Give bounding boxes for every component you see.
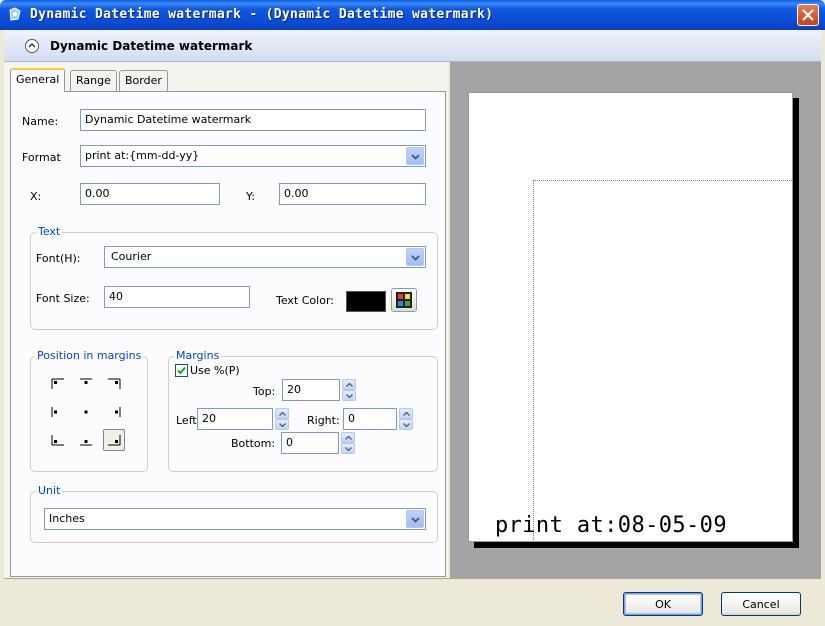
- spin-down-button[interactable]: [341, 443, 355, 454]
- position-bottom-right[interactable]: [103, 429, 125, 451]
- unit-select[interactable]: Inches: [44, 508, 426, 530]
- spin-down-button[interactable]: [275, 419, 289, 430]
- margins-group-legend: Margins: [174, 349, 222, 362]
- font-size-label: Font Size:: [36, 292, 90, 305]
- y-input[interactable]: 0.00: [279, 183, 426, 205]
- color-palette-icon: [396, 292, 412, 308]
- position-bottom-left[interactable]: [48, 430, 68, 450]
- spin-up-button[interactable]: [341, 432, 355, 443]
- text-color-swatch[interactable]: [346, 291, 386, 312]
- chevron-down-icon: [411, 255, 420, 261]
- chevron-down-icon: [411, 154, 420, 160]
- align-bottom-left-icon: [51, 435, 64, 446]
- tab-general[interactable]: General: [10, 68, 66, 92]
- position-middle-left[interactable]: [48, 402, 68, 422]
- close-button[interactable]: [797, 4, 819, 26]
- checkmark-icon: [177, 366, 186, 375]
- font-select[interactable]: Courier: [104, 246, 426, 268]
- chevron-down-icon: [403, 423, 410, 427]
- chevron-up-icon: [403, 412, 410, 416]
- use-percent-checkbox[interactable]: [175, 364, 188, 377]
- format-select[interactable]: print at:{mm-dd-yy}: [80, 145, 426, 167]
- spin-down-button[interactable]: [342, 390, 356, 401]
- chevron-up-icon: [346, 383, 353, 387]
- dialog-header-title: Dynamic Datetime watermark: [50, 39, 253, 53]
- right-margin-spinner[interactable]: [399, 408, 413, 430]
- ok-button[interactable]: OK: [623, 592, 703, 616]
- right-margin-label: Right:: [307, 414, 340, 427]
- chevron-up-icon: [279, 412, 286, 416]
- format-select-value: print at:{mm-dd-yy}: [85, 149, 200, 162]
- spin-down-button[interactable]: [399, 419, 413, 430]
- margin-guide-top: [533, 180, 792, 181]
- cancel-button[interactable]: Cancel: [721, 592, 801, 616]
- align-bottom-right-icon: [108, 435, 121, 446]
- spin-up-button[interactable]: [275, 408, 289, 419]
- close-icon: [802, 9, 814, 21]
- chevron-down-icon: [411, 517, 420, 523]
- tab-border[interactable]: Border: [119, 70, 168, 92]
- position-middle-center[interactable]: [76, 402, 96, 422]
- chevron-down-icon: [346, 394, 353, 398]
- chevron-down-icon: [279, 423, 286, 427]
- spin-up-button[interactable]: [342, 379, 356, 390]
- bottom-margin-spinner[interactable]: [341, 432, 355, 454]
- x-input[interactable]: 0.00: [80, 183, 220, 205]
- align-middle-left-icon: [51, 407, 57, 417]
- tab-range[interactable]: Range: [70, 70, 117, 92]
- font-dropdown-button[interactable]: [406, 248, 424, 266]
- app-icon: [7, 7, 23, 23]
- name-input[interactable]: Dynamic Datetime watermark: [80, 109, 426, 131]
- x-label: X:: [30, 190, 42, 203]
- page-preview: [468, 92, 793, 542]
- top-margin-input[interactable]: 20: [282, 379, 340, 401]
- align-top-right-icon: [108, 378, 121, 389]
- margin-guide-left: [533, 180, 534, 540]
- position-bottom-center[interactable]: [76, 430, 96, 450]
- font-size-input[interactable]: 40: [104, 286, 250, 308]
- spin-up-button[interactable]: [399, 408, 413, 419]
- use-percent-label: Use %(P): [190, 364, 240, 377]
- name-label: Name:: [22, 115, 59, 128]
- text-color-label: Text Color:: [276, 294, 334, 307]
- window-title: Dynamic Datetime watermark - (Dynamic Da…: [30, 7, 494, 22]
- position-top-center[interactable]: [76, 374, 96, 394]
- top-margin-label: Top:: [253, 385, 276, 398]
- align-center-icon: [84, 410, 88, 414]
- text-group-legend: Text: [36, 225, 63, 238]
- align-bottom-center-icon: [80, 440, 92, 446]
- format-dropdown-button[interactable]: [406, 147, 424, 165]
- left-margin-spinner[interactable]: [275, 408, 289, 430]
- collapse-icon[interactable]: [24, 38, 40, 54]
- position-top-left[interactable]: [48, 374, 68, 394]
- y-label: Y:: [246, 190, 255, 203]
- color-picker-button[interactable]: [391, 288, 417, 312]
- font-label: Font(H):: [36, 252, 81, 265]
- position-top-right[interactable]: [104, 374, 124, 394]
- top-margin-spinner[interactable]: [342, 379, 356, 401]
- bottom-separator: [4, 578, 821, 579]
- font-select-value: Courier: [111, 250, 152, 263]
- format-label: Format: [22, 151, 61, 164]
- bottom-margin-label: Bottom:: [231, 437, 276, 450]
- watermark-preview-text: print at:08-05-09: [495, 513, 727, 538]
- unit-select-value: Inches: [49, 512, 85, 525]
- align-top-left-icon: [51, 378, 64, 389]
- position-middle-right[interactable]: [104, 402, 124, 422]
- unit-dropdown-button[interactable]: [406, 510, 424, 528]
- chevron-down-icon: [345, 447, 352, 451]
- position-group-legend: Position in margins: [35, 349, 144, 362]
- left-margin-input[interactable]: 20: [197, 408, 273, 430]
- align-middle-right-icon: [115, 407, 121, 417]
- right-margin-input[interactable]: 0: [343, 408, 397, 430]
- bottom-margin-input[interactable]: 0: [281, 432, 339, 454]
- unit-group-legend: Unit: [36, 484, 63, 497]
- chevron-up-icon: [345, 436, 352, 440]
- align-top-center-icon: [80, 378, 92, 384]
